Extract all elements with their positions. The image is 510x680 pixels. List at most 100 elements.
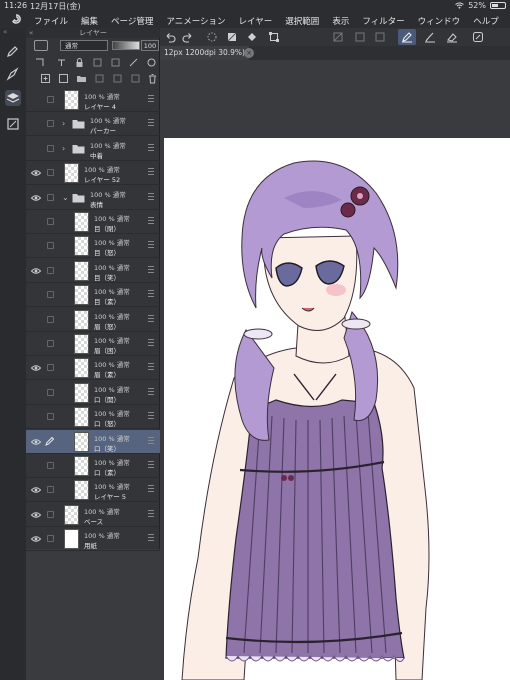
clear-icon[interactable] [226, 31, 238, 43]
layer-drag-handle-icon[interactable] [148, 534, 154, 542]
pen-tool-active[interactable] [398, 29, 416, 45]
new-folder-icon[interactable] [76, 73, 87, 84]
document-tab[interactable]: 12px 1200dpi 30.9%) [160, 46, 249, 60]
layer-color-mode-button[interactable] [34, 40, 48, 51]
merge-down-icon[interactable] [112, 73, 123, 84]
blend-mode-select[interactable]: 通常 [60, 40, 108, 51]
layer-row[interactable]: 100 % 通常 目（笑） [26, 259, 160, 283]
draft-icon[interactable] [128, 57, 139, 68]
undo-icon[interactable] [164, 31, 176, 43]
close-tab-icon[interactable]: × [244, 48, 254, 58]
panel-collapse-icon[interactable]: « [29, 28, 33, 38]
layer-row[interactable]: 100 % 通常 レイヤー 52 [26, 161, 160, 186]
visibility-eye-icon[interactable] [31, 438, 41, 446]
layer-row[interactable]: 100 % 通常 目（怒） [26, 234, 160, 259]
navigator-tool[interactable] [5, 116, 21, 132]
layer-lock-checkbox[interactable] [47, 535, 54, 543]
folder-expand-icon[interactable]: ⌄ [62, 193, 69, 202]
layer-drag-handle-icon[interactable] [148, 436, 154, 445]
app-logo-icon[interactable] [10, 14, 22, 26]
layer-color-icon[interactable] [146, 57, 157, 68]
menu-item-6[interactable]: 表示 [332, 15, 349, 27]
layer-row[interactable]: 100 % 通常 用紙 [26, 527, 160, 552]
layer-drag-handle-icon[interactable] [148, 192, 154, 201]
layer-lock-checkbox[interactable] [47, 486, 54, 494]
loading-icon[interactable] [206, 31, 218, 43]
layer-lock-checkbox[interactable] [47, 340, 54, 347]
menu-item-1[interactable]: 編集 [81, 15, 98, 27]
transfer-icon[interactable] [94, 73, 105, 84]
layer-drag-handle-icon[interactable] [148, 265, 154, 274]
layer-drag-handle-icon[interactable] [148, 217, 154, 225]
visibility-eye-icon[interactable] [31, 511, 41, 519]
fill-icon[interactable] [246, 31, 258, 43]
layer-lock-checkbox[interactable] [47, 218, 54, 225]
layer-drag-handle-icon[interactable] [148, 143, 154, 152]
invert-selection-icon[interactable] [354, 31, 366, 43]
layer-lock-checkbox[interactable] [47, 388, 54, 396]
layer-row[interactable]: 100 % 通常 眉（困） [26, 332, 160, 356]
collapse-icon[interactable]: « [3, 28, 7, 36]
layer-lock-checkbox[interactable] [47, 315, 54, 323]
layer-lock-checkbox[interactable] [47, 242, 54, 250]
lock-icon[interactable] [74, 57, 85, 68]
eraser-tool-icon[interactable] [446, 31, 458, 43]
layer-drag-handle-icon[interactable] [148, 387, 154, 396]
layer-row[interactable]: 100 % 通常 レイヤー 4 [26, 88, 160, 112]
layer-lock-checkbox[interactable] [47, 510, 54, 518]
layer-row[interactable]: 100 % 通常 眉（素） [26, 356, 160, 381]
settings-icon[interactable] [472, 31, 484, 43]
layer-lock-checkbox[interactable] [47, 96, 54, 103]
merge-visible-icon[interactable] [130, 73, 141, 84]
layer-row[interactable]: › 100 % 通常 中着 [26, 137, 160, 161]
layer-row[interactable]: 100 % 通常 レイヤー 5 [26, 478, 160, 503]
layer-drag-handle-icon[interactable] [148, 339, 154, 347]
layer-drag-handle-icon[interactable] [148, 241, 154, 249]
menu-item-9[interactable]: ヘルプ [473, 15, 499, 27]
layer-drag-handle-icon[interactable] [148, 412, 154, 420]
transform-icon[interactable] [268, 31, 280, 43]
layer-drag-handle-icon[interactable] [148, 314, 154, 323]
layer-drag-handle-icon[interactable] [148, 95, 154, 103]
visibility-eye-icon[interactable] [31, 169, 41, 177]
layer-lock-checkbox[interactable] [47, 364, 54, 372]
layer-lock-checkbox[interactable] [47, 266, 54, 274]
visibility-eye-icon[interactable] [31, 364, 41, 372]
select-none-icon[interactable] [332, 31, 344, 43]
menu-item-5[interactable]: 選択範囲 [285, 15, 319, 27]
layer-row[interactable]: 100 % 通常 口（笑） [26, 429, 160, 454]
layer-drag-handle-icon[interactable] [148, 363, 154, 371]
layer-drag-handle-icon[interactable] [148, 168, 154, 176]
layer-drag-handle-icon[interactable] [148, 461, 154, 469]
new-raster-layer-icon[interactable] [40, 73, 51, 84]
layer-lock-checkbox[interactable] [47, 462, 54, 469]
layer-drag-handle-icon[interactable] [148, 119, 154, 127]
selection-layer-icon[interactable] [374, 31, 386, 43]
layer-row[interactable]: 100 % 通常 目（閉） [26, 210, 160, 234]
layer-drag-handle-icon[interactable] [148, 290, 154, 298]
folder-expand-icon[interactable]: › [62, 119, 65, 128]
visibility-eye-icon[interactable] [31, 194, 41, 202]
new-vector-layer-icon[interactable] [58, 73, 69, 84]
brush-tool-icon[interactable] [424, 31, 436, 43]
layer-row[interactable]: 100 % 通常 ベース [26, 503, 160, 527]
menu-item-0[interactable]: ファイル [34, 15, 68, 27]
layer-property-tool[interactable] [5, 44, 21, 60]
menu-item-3[interactable]: アニメーション [166, 15, 225, 27]
layer-row[interactable]: 100 % 通常 目（素） [26, 283, 160, 308]
layer-lock-checkbox[interactable] [47, 291, 54, 299]
visibility-eye-icon[interactable] [31, 267, 41, 275]
canvas[interactable] [164, 138, 510, 680]
menu-item-2[interactable]: ページ管理 [111, 15, 153, 27]
layer-row[interactable]: 100 % 通常 口（素） [26, 454, 160, 478]
layers-tool[interactable] [5, 90, 21, 106]
menu-item-4[interactable]: レイヤー [239, 15, 273, 27]
layer-lock-checkbox[interactable] [47, 120, 54, 128]
layer-lock-checkbox[interactable] [47, 193, 54, 201]
layer-row[interactable]: › 100 % 通常 パーカー [26, 112, 160, 137]
layer-row[interactable]: 100 % 通常 口（開） [26, 381, 160, 405]
layer-drag-handle-icon[interactable] [148, 485, 154, 493]
folder-expand-icon[interactable]: › [62, 144, 65, 153]
reference-icon[interactable] [56, 57, 67, 68]
layer-lock-checkbox[interactable] [47, 413, 54, 421]
